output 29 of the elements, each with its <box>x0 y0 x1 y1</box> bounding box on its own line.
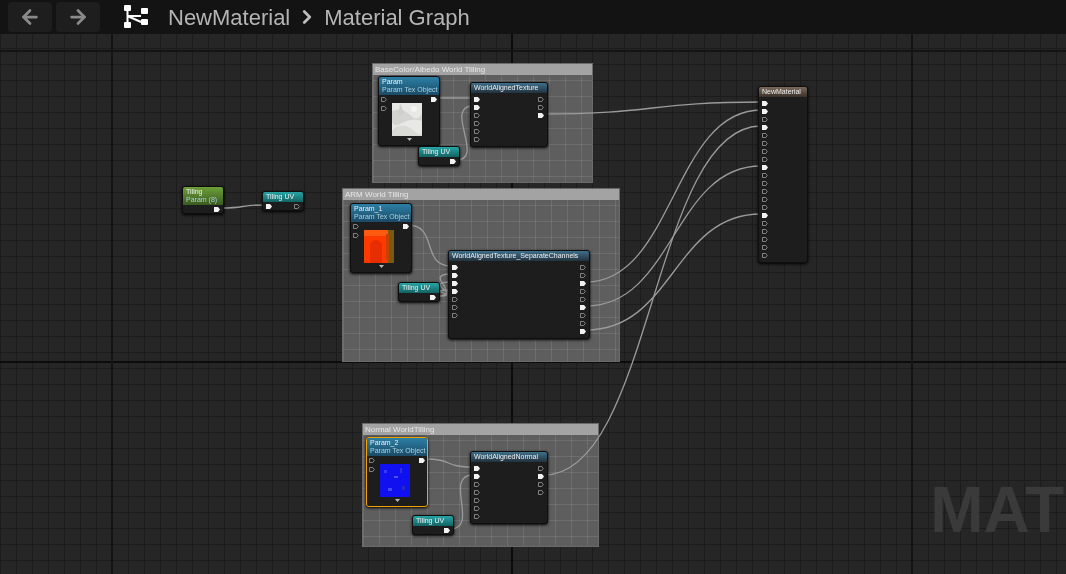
breadcrumb-item[interactable]: NewMaterial <box>168 0 291 34</box>
caret-icon[interactable] <box>378 265 384 268</box>
graph-icon <box>122 4 150 30</box>
pin-icon[interactable] <box>474 104 480 110</box>
pin-icon[interactable] <box>474 465 480 471</box>
pin-icon[interactable] <box>474 96 480 102</box>
pin-icon[interactable] <box>452 280 458 286</box>
pin-icon[interactable] <box>538 473 544 479</box>
back-button[interactable] <box>8 2 52 32</box>
forward-button[interactable] <box>56 2 100 32</box>
breadcrumb-item[interactable]: Material Graph <box>324 0 470 34</box>
pin-icon[interactable] <box>452 272 458 278</box>
caret-icon[interactable] <box>406 138 412 141</box>
pin-icon[interactable] <box>580 328 586 334</box>
pin-icon[interactable] <box>452 264 458 270</box>
forward-arrow-icon <box>67 6 89 28</box>
caret-icon[interactable] <box>394 499 400 502</box>
pin-icon[interactable] <box>762 212 768 218</box>
pin-icon[interactable] <box>474 473 480 479</box>
pin-icon[interactable] <box>538 112 544 118</box>
pin-icon[interactable] <box>580 304 586 310</box>
pin-icon[interactable] <box>762 100 768 106</box>
pin-icon[interactable] <box>580 280 586 286</box>
pin-icon[interactable] <box>762 108 768 114</box>
pin-icon[interactable] <box>762 124 768 130</box>
pin-icon[interactable] <box>762 164 768 170</box>
back-arrow-icon <box>19 6 41 28</box>
comment-title: Normal WorldTilling <box>365 425 435 434</box>
pin-icon[interactable] <box>452 288 458 294</box>
